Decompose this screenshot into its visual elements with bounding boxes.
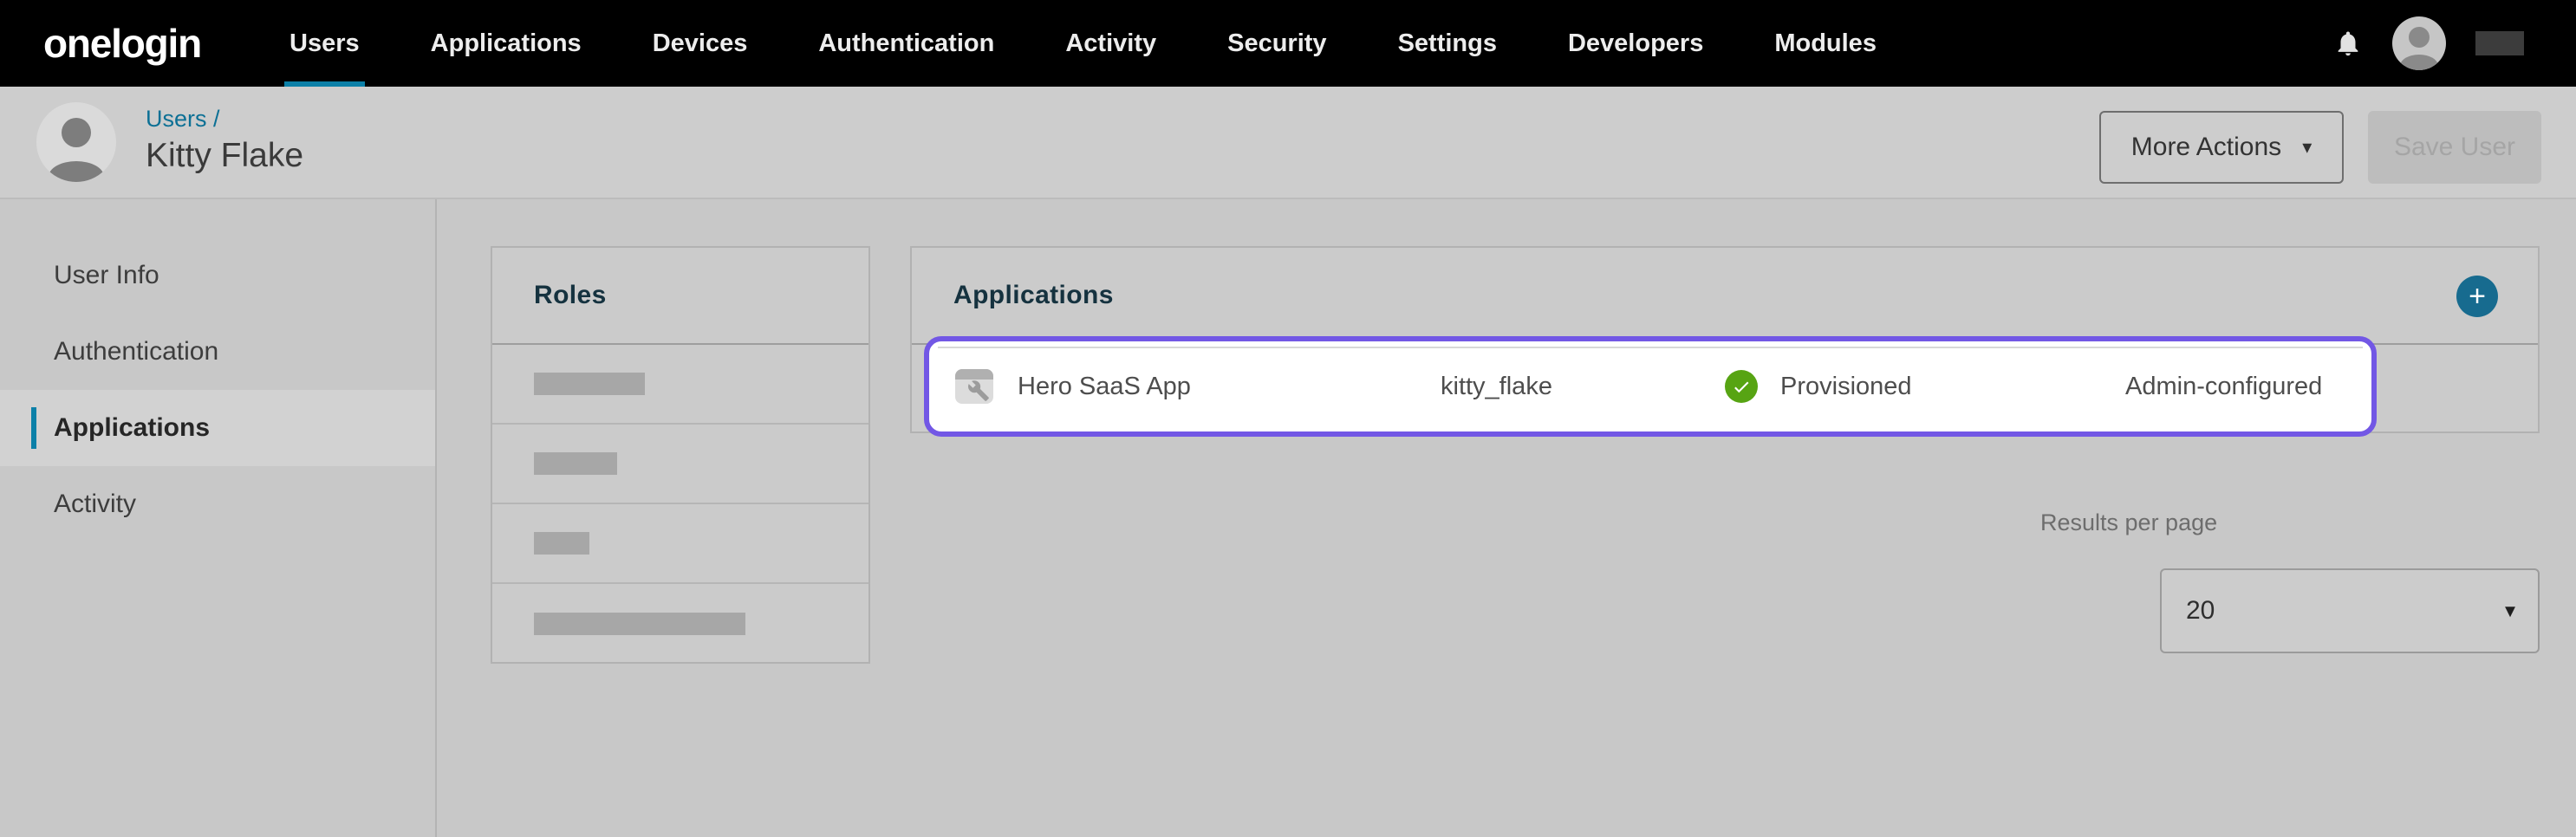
dropdown-arrow-icon: ▾: [2505, 599, 2515, 624]
nav-tab-authentication[interactable]: Authentication: [818, 0, 994, 87]
sidebar-item-activity[interactable]: Activity: [0, 466, 435, 542]
user-header: Users / Kitty Flake More Actions ▾ Save …: [0, 87, 2576, 199]
active-item-indicator: [31, 407, 36, 449]
avatar-head: [62, 118, 91, 147]
more-actions-button[interactable]: More Actions ▾: [2099, 111, 2344, 184]
nav-tab-users[interactable]: Users: [289, 0, 360, 87]
roles-panel-header: Roles: [492, 248, 868, 345]
results-per-page-value: 20: [2186, 596, 2215, 626]
nav-tab-activity[interactable]: Activity: [1065, 0, 1156, 87]
user-sidebar: User Info Authentication Applications Ac…: [0, 199, 437, 837]
status-label: Provisioned: [1780, 373, 1912, 401]
nav-tab-devices[interactable]: Devices: [653, 0, 748, 87]
roles-panel-title: Roles: [534, 281, 607, 310]
applications-panel-title: Applications: [953, 281, 1114, 310]
redacted-role-name: [534, 613, 745, 635]
nav-tab-settings[interactable]: Settings: [1398, 0, 1497, 87]
avatar-head: [2409, 27, 2430, 48]
sidebar-item-user-info[interactable]: User Info: [0, 237, 435, 314]
application-username: kitty_flake: [1441, 341, 1552, 431]
application-row-hero-saas-app[interactable]: Hero SaaS App kitty_flake Provisioned Ad…: [924, 336, 2377, 437]
redacted-account-name: [2475, 31, 2524, 55]
app-window-wrench-icon: [955, 369, 993, 404]
results-per-page-label: Results per page: [2040, 509, 2217, 536]
redacted-role-name: [534, 373, 645, 395]
role-row[interactable]: [492, 425, 868, 504]
page-title: Kitty Flake: [146, 137, 303, 175]
application-status: Provisioned: [1725, 341, 1912, 431]
check-icon: [1725, 370, 1758, 403]
roles-panel: Roles: [491, 246, 870, 664]
nav-tab-security[interactable]: Security: [1227, 0, 1326, 87]
applications-panel-header: Applications +: [912, 248, 2538, 345]
more-actions-label: More Actions: [2131, 133, 2281, 162]
bell-icon[interactable]: [2333, 28, 2363, 59]
avatar-shoulders: [49, 161, 104, 182]
role-row[interactable]: [492, 504, 868, 584]
onelogin-admin-page: onelogin Users Applications Devices Auth…: [0, 0, 2576, 837]
top-nav-right: [2333, 16, 2524, 70]
user-avatar: [36, 102, 116, 182]
sidebar-items: User Info Authentication Applications Ac…: [0, 237, 435, 542]
nav-tab-modules[interactable]: Modules: [1774, 0, 1877, 87]
avatar-shoulders: [2400, 55, 2438, 70]
sidebar-item-applications[interactable]: Applications: [0, 390, 435, 466]
add-application-button[interactable]: +: [2456, 276, 2498, 317]
application-config-type: Admin-configured: [2125, 341, 2322, 431]
content-area: User Info Authentication Applications Ac…: [0, 199, 2576, 837]
top-nav: onelogin Users Applications Devices Auth…: [0, 0, 2576, 87]
nav-tab-developers[interactable]: Developers: [1568, 0, 1703, 87]
save-user-button[interactable]: Save User: [2368, 111, 2541, 184]
wrench-icon: [967, 380, 990, 402]
plus-icon: +: [2469, 282, 2486, 311]
sidebar-item-applications-label: Applications: [54, 413, 210, 443]
role-row[interactable]: [492, 584, 868, 664]
application-name: Hero SaaS App: [1018, 341, 1191, 431]
chevron-down-icon: ▾: [2302, 136, 2312, 159]
app-icon-titlebar: [955, 369, 993, 380]
onelogin-logo[interactable]: onelogin: [43, 20, 201, 67]
redacted-role-name: [534, 452, 617, 475]
top-nav-items: Users Applications Devices Authenticatio…: [289, 0, 1877, 87]
sidebar-item-authentication[interactable]: Authentication: [0, 314, 435, 390]
results-per-page-select[interactable]: 20 ▾: [2160, 568, 2540, 653]
nav-tab-users-label: Users: [289, 29, 360, 58]
role-row[interactable]: [492, 345, 868, 425]
account-avatar[interactable]: [2392, 16, 2446, 70]
redacted-role-name: [534, 532, 589, 555]
nav-tab-applications[interactable]: Applications: [431, 0, 582, 87]
breadcrumb-users-link[interactable]: Users /: [146, 106, 220, 133]
